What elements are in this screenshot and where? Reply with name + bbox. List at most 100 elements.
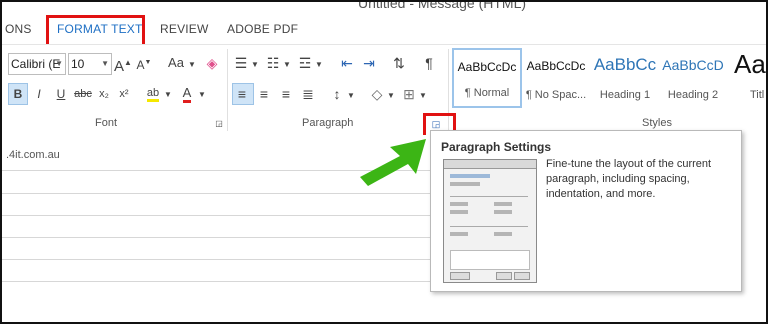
font-color-button[interactable]: A xyxy=(178,83,196,103)
highlight-icon: ab xyxy=(146,87,160,102)
change-case-icon: Aa xyxy=(168,55,184,70)
superscript-button[interactable]: x² xyxy=(116,84,132,104)
paragraph-dialog-thumbnail xyxy=(443,159,537,283)
thumbnail-field xyxy=(450,202,468,206)
ribbon: Calibri (E ▼ 10 ▼ A▲ A▼ Aa ▼ ◈ B I U abc… xyxy=(2,44,766,136)
multilevel-list-icon[interactable]: ☲ xyxy=(296,53,314,73)
chevron-down-icon: ▼ xyxy=(55,59,63,68)
group-divider xyxy=(227,49,228,131)
tooltip-title: Paragraph Settings xyxy=(441,140,552,154)
divider-line xyxy=(2,237,432,238)
thumbnail-button xyxy=(514,272,530,280)
font-name-field[interactable]: Calibri (E ▼ xyxy=(8,53,66,75)
shrink-font-button[interactable]: A▼ xyxy=(136,53,152,75)
divider-line xyxy=(2,259,432,260)
paragraph-settings-tooltip: Paragraph Settings Fine-tune the layout … xyxy=(430,130,742,292)
align-left-icon[interactable]: ≡ xyxy=(233,84,251,104)
chevron-down-icon[interactable]: ▼ xyxy=(387,86,395,106)
italic-button[interactable]: I xyxy=(30,84,48,104)
font-dialog-launcher-icon[interactable]: ◲ xyxy=(214,119,224,129)
style-no-spacing-name: ¶ No Spac... xyxy=(525,89,587,101)
line-spacing-icon[interactable]: ↕ xyxy=(328,84,346,104)
bold-icon: B xyxy=(13,87,23,101)
thumbnail-field xyxy=(494,210,512,214)
chevron-down-icon[interactable]: ▼ xyxy=(251,55,259,75)
thumbnail-title-bar xyxy=(444,160,536,169)
chevron-down-icon: ▼ xyxy=(101,59,109,68)
underline-button[interactable]: U xyxy=(52,84,70,104)
screenshot-frame: Untitled - Message (HTML) ONS FORMAT TEX… xyxy=(0,0,768,324)
style-heading-2-preview: AaBbCcD xyxy=(662,57,724,73)
tab-adobe-pdf[interactable]: ADOBE PDF xyxy=(227,22,298,36)
font-group-label: Font xyxy=(95,117,118,129)
chevron-down-icon[interactable]: ▼ xyxy=(419,86,427,106)
style-title-preview: Aa xyxy=(734,49,766,79)
align-right-icon[interactable]: ≡ xyxy=(277,84,295,104)
bold-button[interactable]: B xyxy=(8,84,28,104)
show-paragraph-marks-icon[interactable]: ¶ xyxy=(420,53,438,73)
align-center-icon[interactable]: ≡ xyxy=(255,84,273,104)
style-no-spacing-preview: AaBbCcDc xyxy=(526,59,586,73)
thumbnail-field xyxy=(450,232,468,236)
subscript-icon: x₂ xyxy=(99,88,109,100)
chevron-down-icon[interactable]: ▼ xyxy=(198,85,206,105)
change-case-button[interactable]: Aa xyxy=(164,53,188,73)
chevron-down-icon[interactable]: ▼ xyxy=(283,55,291,75)
styles-group-label: Styles xyxy=(642,117,672,129)
thumbnail-field xyxy=(450,174,490,178)
highlight-button[interactable]: ab xyxy=(144,83,162,103)
style-heading-2-name: Heading 2 xyxy=(667,89,719,101)
up-arrow-icon: ▲ xyxy=(124,58,132,67)
thumbnail-button xyxy=(450,272,470,280)
thumbnail-preview xyxy=(450,250,530,270)
thumbnail-field xyxy=(494,202,512,206)
sort-icon[interactable]: ⇅ xyxy=(390,53,408,73)
subscript-button[interactable]: x₂ xyxy=(96,84,112,104)
style-heading-1[interactable]: AaBbCc Heading 1 xyxy=(592,49,658,109)
style-title-name: Titl xyxy=(750,89,765,101)
grow-font-button[interactable]: A▲ xyxy=(114,53,132,77)
bullets-icon[interactable]: ☰ xyxy=(232,53,250,73)
chevron-down-icon[interactable]: ▼ xyxy=(315,55,323,75)
font-size-field[interactable]: 10 ▼ xyxy=(68,53,112,75)
tab-options[interactable]: ONS xyxy=(5,22,32,36)
style-normal-name: ¶ Normal xyxy=(464,87,510,99)
thumbnail-field xyxy=(494,232,512,236)
thumbnail-divider xyxy=(450,196,528,197)
shrink-font-icon: A xyxy=(136,58,145,72)
down-arrow-icon: ▼ xyxy=(144,59,152,66)
chevron-down-icon[interactable]: ▼ xyxy=(347,86,355,106)
chevron-down-icon[interactable]: ▼ xyxy=(164,85,172,105)
style-normal-preview: AaBbCcDc xyxy=(457,60,517,74)
thumbnail-button xyxy=(496,272,512,280)
clear-formatting-icon[interactable]: ◈ xyxy=(202,53,222,73)
style-no-spacing[interactable]: AaBbCcDc ¶ No Spac... xyxy=(522,49,590,109)
thumbnail-divider xyxy=(450,226,528,227)
tab-review[interactable]: REVIEW xyxy=(160,22,209,36)
style-normal[interactable]: AaBbCcDc ¶ Normal xyxy=(452,48,522,108)
style-heading-2[interactable]: AaBbCcD Heading 2 xyxy=(660,49,726,109)
decrease-indent-icon[interactable]: ⇤ xyxy=(338,53,356,73)
divider-line xyxy=(2,215,432,216)
body-text: .4it.com.au xyxy=(6,149,60,161)
title-bar: Untitled - Message (HTML) xyxy=(2,2,766,14)
font-name-value: Calibri (E xyxy=(11,57,61,71)
numbering-icon[interactable]: ☷ xyxy=(264,53,282,73)
strikethrough-button[interactable]: abc xyxy=(72,84,94,104)
grow-font-icon: A xyxy=(114,58,125,75)
increase-indent-icon[interactable]: ⇥ xyxy=(360,53,378,73)
chevron-down-icon[interactable]: ▼ xyxy=(188,55,196,75)
green-arrow-icon xyxy=(360,139,426,186)
window-title: Untitled - Message (HTML) xyxy=(358,0,527,11)
divider-line xyxy=(2,193,432,194)
tooltip-description: Fine-tune the layout of the current para… xyxy=(546,158,712,200)
strikethrough-icon: abc xyxy=(74,88,92,100)
style-title[interactable]: Aa Titl xyxy=(730,49,766,109)
style-heading-1-preview: AaBbCc xyxy=(593,55,657,74)
font-size-value: 10 xyxy=(71,57,85,71)
shading-icon[interactable]: ◇ xyxy=(368,84,386,104)
thumbnail-field xyxy=(450,210,468,214)
borders-icon[interactable]: ⊞ xyxy=(400,84,418,104)
superscript-icon: x² xyxy=(119,88,129,100)
justify-icon[interactable]: ≣ xyxy=(299,84,317,104)
